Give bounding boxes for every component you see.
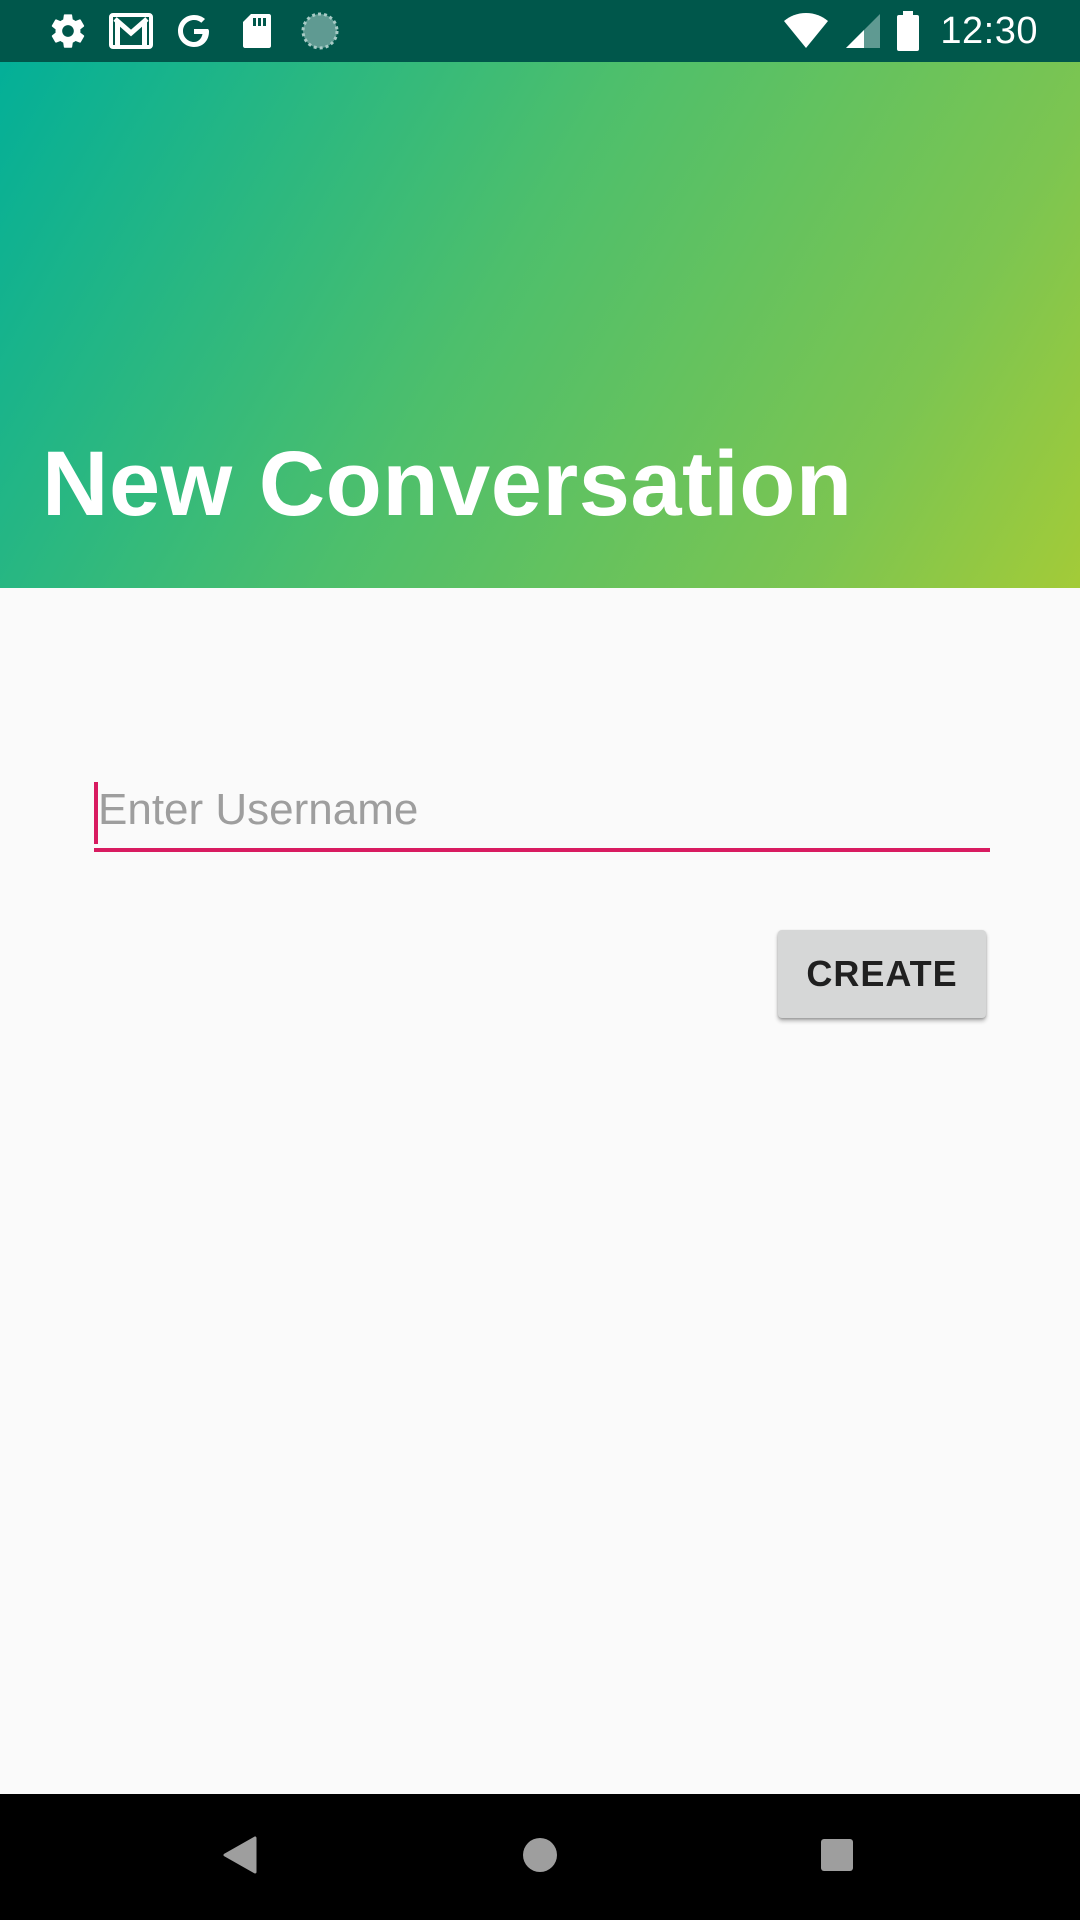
battery-icon [896,11,920,51]
google-icon [172,10,216,52]
sd-card-icon [235,10,279,52]
wifi-icon [782,12,830,50]
system-icons: 12:30 [782,8,1038,54]
text-cursor [94,782,98,844]
home-button[interactable] [480,1794,600,1920]
status-clock: 12:30 [940,9,1038,52]
back-icon [222,1835,258,1880]
navigation-bar [0,1794,1080,1920]
gmail-icon [109,10,153,52]
username-field-container [94,772,990,854]
create-button[interactable]: CREATE [778,930,986,1018]
status-bar: 12:30 [0,0,1080,62]
settings-icon [46,10,90,52]
notification-icons [46,10,361,52]
recents-icon [820,1838,854,1877]
username-input[interactable] [94,772,990,852]
home-icon [521,1836,559,1879]
back-button[interactable] [180,1794,300,1920]
header-banner: New Conversation [0,62,1080,588]
sync-icon [298,10,342,52]
recents-button[interactable] [777,1794,897,1920]
page-title: New Conversation [42,433,853,535]
signal-icon [844,12,882,50]
